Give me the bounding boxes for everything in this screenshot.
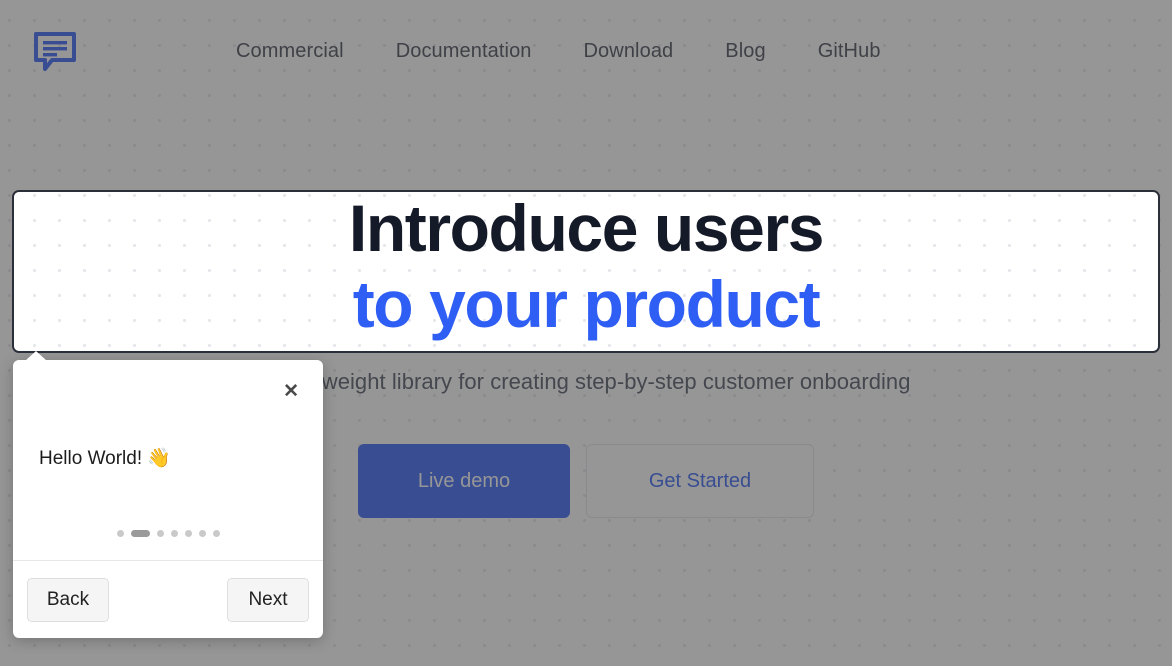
nav-links: Commercial Documentation Download Blog G… (236, 40, 881, 63)
close-icon[interactable]: ✕ (283, 382, 299, 401)
onboarding-popover: ✕ Hello World! 👋 Back Next (13, 351, 323, 638)
nav-item-github[interactable]: GitHub (818, 40, 881, 63)
speech-bubble-icon[interactable] (32, 28, 78, 74)
nav-item-commercial[interactable]: Commercial (236, 40, 344, 63)
live-demo-button[interactable]: Live demo (358, 444, 570, 518)
popover-body: ✕ Hello World! 👋 (13, 360, 323, 560)
highlight-headline-line-1: Introduce users (348, 191, 825, 265)
nav-item-download[interactable]: Download (584, 40, 674, 63)
step-dot-6[interactable] (198, 530, 206, 537)
popover-message: Hello World! 👋 (39, 448, 172, 469)
step-dot-5[interactable] (184, 530, 192, 537)
highlighted-page-title: Introduce users to your product (14, 191, 1158, 342)
step-dot-2[interactable] (130, 530, 150, 537)
back-button[interactable]: Back (27, 577, 109, 622)
step-dot-7[interactable] (212, 530, 220, 537)
nav-item-documentation[interactable]: Documentation (396, 40, 532, 63)
highlighted-element-outline: Introduce users to your product (12, 190, 1160, 353)
popover-footer: Back Next (13, 560, 323, 638)
step-indicator (13, 530, 323, 537)
step-dot-1[interactable] (116, 530, 124, 537)
highlighted-element-content: Introduce users to your product (14, 191, 1158, 351)
step-dot-3[interactable] (156, 530, 164, 537)
get-started-button[interactable]: Get Started (586, 444, 814, 518)
step-dot-4[interactable] (170, 530, 178, 537)
nav-item-blog[interactable]: Blog (725, 40, 765, 63)
next-button[interactable]: Next (227, 577, 309, 622)
site-navbar: Commercial Documentation Download Blog G… (0, 0, 1172, 102)
highlight-headline-line-2: to your product (352, 267, 821, 341)
